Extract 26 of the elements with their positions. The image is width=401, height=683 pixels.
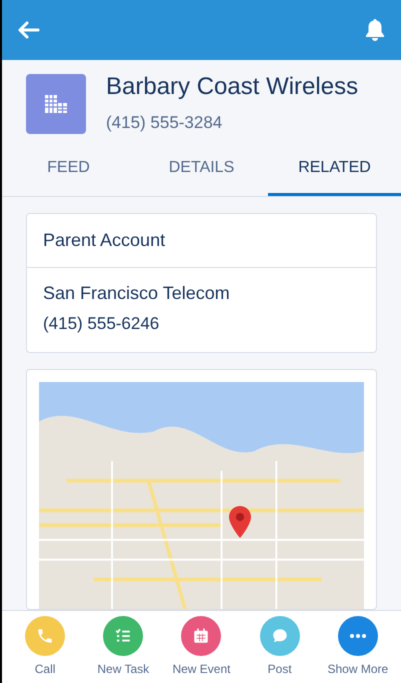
action-label: Show More bbox=[327, 661, 388, 678]
phone-icon bbox=[36, 627, 54, 645]
notification-bell-icon[interactable] bbox=[365, 18, 385, 42]
action-button[interactable]: New Task bbox=[85, 616, 162, 678]
action-label: Post bbox=[268, 661, 292, 678]
account-name: Barbary Coast Wireless bbox=[106, 72, 358, 102]
back-arrow-icon[interactable] bbox=[18, 21, 40, 39]
parent-account-phone: (415) 555-6246 bbox=[43, 312, 160, 334]
map-pin-icon bbox=[229, 506, 251, 538]
action-button[interactable]: Post bbox=[242, 616, 318, 678]
calendar-icon bbox=[192, 627, 210, 645]
more-icon bbox=[348, 633, 367, 639]
action-button[interactable]: Call bbox=[7, 616, 84, 678]
action-label: New Event bbox=[172, 661, 230, 678]
action-button[interactable]: New Event bbox=[163, 616, 240, 678]
action-label: Call bbox=[34, 661, 56, 678]
tab[interactable]: DETAILS bbox=[135, 144, 268, 196]
action-label: New Task bbox=[97, 661, 150, 678]
action-button[interactable]: Show More bbox=[320, 616, 396, 678]
parent-account-name[interactable]: San Francisco Telecom bbox=[43, 280, 360, 306]
tab[interactable]: RELATED bbox=[268, 144, 401, 196]
account-phone: (415) 555-3284 bbox=[106, 112, 224, 134]
tab[interactable]: FEED bbox=[2, 144, 135, 196]
building-icon bbox=[43, 92, 69, 115]
card-heading: Parent Account bbox=[43, 228, 166, 252]
speech-bubble-icon bbox=[270, 627, 289, 645]
